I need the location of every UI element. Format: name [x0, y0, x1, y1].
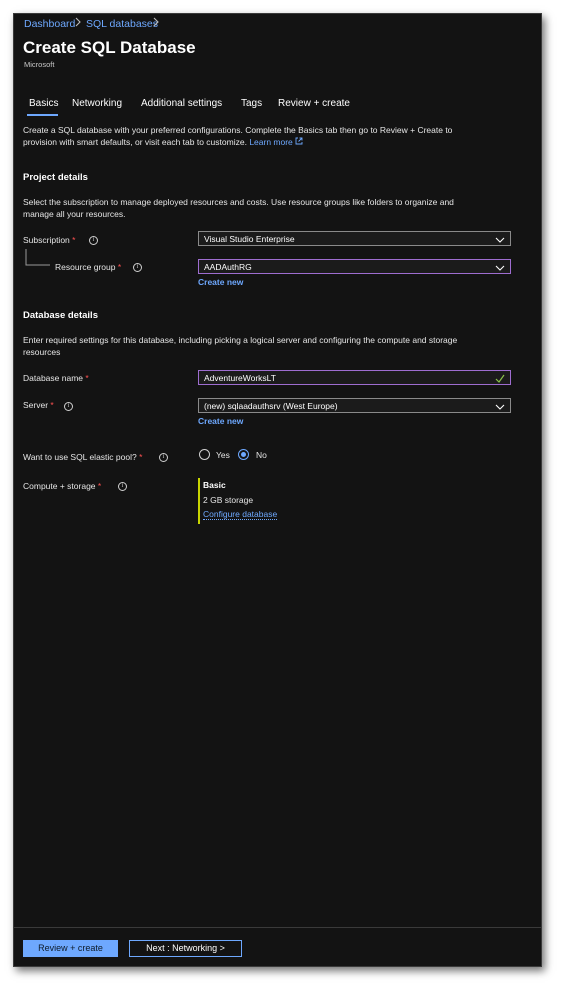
database-name-label: Database name *	[23, 373, 89, 383]
chevron-down-icon	[495, 262, 505, 277]
resource-group-label-text: Resource group	[55, 262, 116, 272]
database-name-input[interactable]: AdventureWorksLT	[198, 370, 511, 385]
compute-tier: Basic	[203, 480, 226, 490]
project-desc-line-2: manage all your resources.	[23, 209, 126, 219]
project-desc-line-1: Select the subscription to manage deploy…	[23, 197, 454, 207]
required-mark: *	[85, 373, 89, 383]
info-icon[interactable]: i	[89, 236, 98, 245]
compute-storage-label-text: Compute + storage	[23, 481, 96, 491]
active-tab-indicator	[27, 114, 58, 116]
server-dropdown[interactable]: (new) sqlaadauthsrv (West Europe)	[198, 398, 511, 413]
publisher-label: Microsoft	[24, 60, 55, 69]
resource-group-value: AADAuthRG	[204, 262, 252, 272]
database-name-value: AdventureWorksLT	[204, 373, 276, 383]
required-mark: *	[50, 400, 54, 410]
compute-storage-size: 2 GB storage	[203, 495, 254, 505]
breadcrumb-dashboard-link[interactable]: Dashboard	[24, 18, 75, 30]
subscription-label: Subscription *	[23, 235, 75, 245]
subscription-value: Visual Studio Enterprise	[204, 234, 295, 244]
database-name-label-text: Database name	[23, 373, 84, 383]
intro-line-2: provision with smart defaults, or visit …	[23, 137, 247, 147]
learn-more-link[interactable]: Learn more	[249, 137, 292, 147]
chevron-right-icon	[75, 17, 82, 30]
create-new-server-link[interactable]: Create new	[198, 416, 243, 426]
required-mark: *	[139, 452, 143, 462]
database-details-description: Enter required settings for this databas…	[23, 334, 528, 358]
tab-networking[interactable]: Networking	[72, 98, 122, 109]
create-sql-database-blade: Dashboard SQL databases Create SQL Datab…	[13, 13, 542, 967]
resource-group-dropdown[interactable]: AADAuthRG	[198, 259, 511, 274]
info-icon[interactable]: i	[133, 263, 142, 272]
database-desc-line-2: resources	[23, 347, 61, 357]
tab-tags[interactable]: Tags	[241, 98, 262, 109]
chevron-down-icon	[495, 401, 505, 416]
compute-storage-label: Compute + storage *	[23, 481, 101, 491]
tree-connector	[25, 249, 50, 266]
footer-divider	[14, 927, 541, 928]
external-link-icon	[295, 137, 303, 147]
chevron-down-icon	[495, 234, 505, 249]
tab-basics[interactable]: Basics	[29, 98, 58, 109]
create-new-resource-group-link[interactable]: Create new	[198, 277, 243, 287]
info-icon[interactable]: i	[118, 482, 127, 491]
server-value: (new) sqlaadauthsrv (West Europe)	[204, 401, 338, 411]
required-mark: *	[72, 235, 76, 245]
checkmark-icon	[495, 373, 505, 388]
elastic-pool-yes-label: Yes	[216, 450, 230, 460]
elastic-pool-no-label: No	[256, 450, 267, 460]
database-desc-line-1: Enter required settings for this databas…	[23, 335, 458, 345]
project-details-heading: Project details	[23, 172, 88, 183]
configure-database-link[interactable]: Configure database	[203, 509, 278, 520]
info-icon[interactable]: i	[159, 453, 168, 462]
subscription-dropdown[interactable]: Visual Studio Enterprise	[198, 231, 511, 246]
intro-text: Create a SQL database with your preferre…	[23, 124, 528, 148]
chevron-right-icon	[153, 17, 160, 30]
tab-additional-settings[interactable]: Additional settings	[141, 98, 222, 109]
intro-line-1: Create a SQL database with your preferre…	[23, 125, 453, 135]
tab-review-create[interactable]: Review + create	[278, 98, 350, 109]
info-icon[interactable]: i	[64, 402, 73, 411]
server-label: Server *	[23, 400, 54, 410]
server-label-text: Server	[23, 400, 49, 410]
elastic-pool-label: Want to use SQL elastic pool? *	[23, 452, 142, 462]
database-details-heading: Database details	[23, 310, 98, 321]
elastic-pool-label-text: Want to use SQL elastic pool?	[23, 452, 137, 462]
required-mark: *	[117, 262, 122, 272]
required-mark: *	[97, 481, 102, 491]
page-title: Create SQL Database	[23, 38, 196, 57]
subscription-label-text: Subscription	[23, 235, 70, 245]
compute-tier-indicator	[198, 478, 200, 524]
next-networking-button[interactable]: Next : Networking >	[129, 940, 242, 957]
elastic-pool-no-radio[interactable]	[238, 449, 249, 460]
breadcrumb-sql-databases-link[interactable]: SQL databases	[86, 18, 158, 30]
resource-group-label: Resource group *	[55, 262, 121, 272]
elastic-pool-yes-radio[interactable]	[199, 449, 210, 460]
review-create-button[interactable]: Review + create	[23, 940, 118, 957]
project-details-description: Select the subscription to manage deploy…	[23, 196, 528, 220]
